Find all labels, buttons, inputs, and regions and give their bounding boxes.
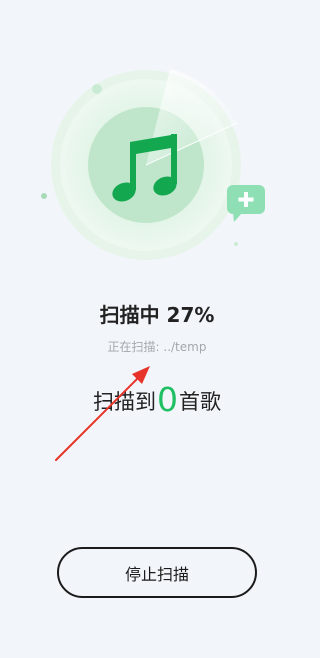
decor-dot <box>92 84 102 94</box>
scan-count-prefix: 扫描到 <box>93 390 156 414</box>
add-chat-bubble-icon <box>227 185 265 222</box>
scan-path-label: 正在扫描: ../temp <box>107 340 207 354</box>
scan-count-text: 扫描到0首歌 <box>0 378 314 424</box>
scan-count-value: 0 <box>157 380 178 419</box>
scan-graphic <box>41 69 265 260</box>
scan-progress-title: 扫描中 27% <box>0 300 314 330</box>
scan-progress-prefix: 扫描中 <box>99 303 167 327</box>
decor-dot <box>41 193 47 199</box>
scan-count-suffix: 首歌 <box>179 390 221 414</box>
stop-scan-button[interactable]: 停止扫描 <box>57 547 257 598</box>
decor-dot <box>234 242 238 246</box>
scan-progress-percent: 27% <box>166 303 215 327</box>
